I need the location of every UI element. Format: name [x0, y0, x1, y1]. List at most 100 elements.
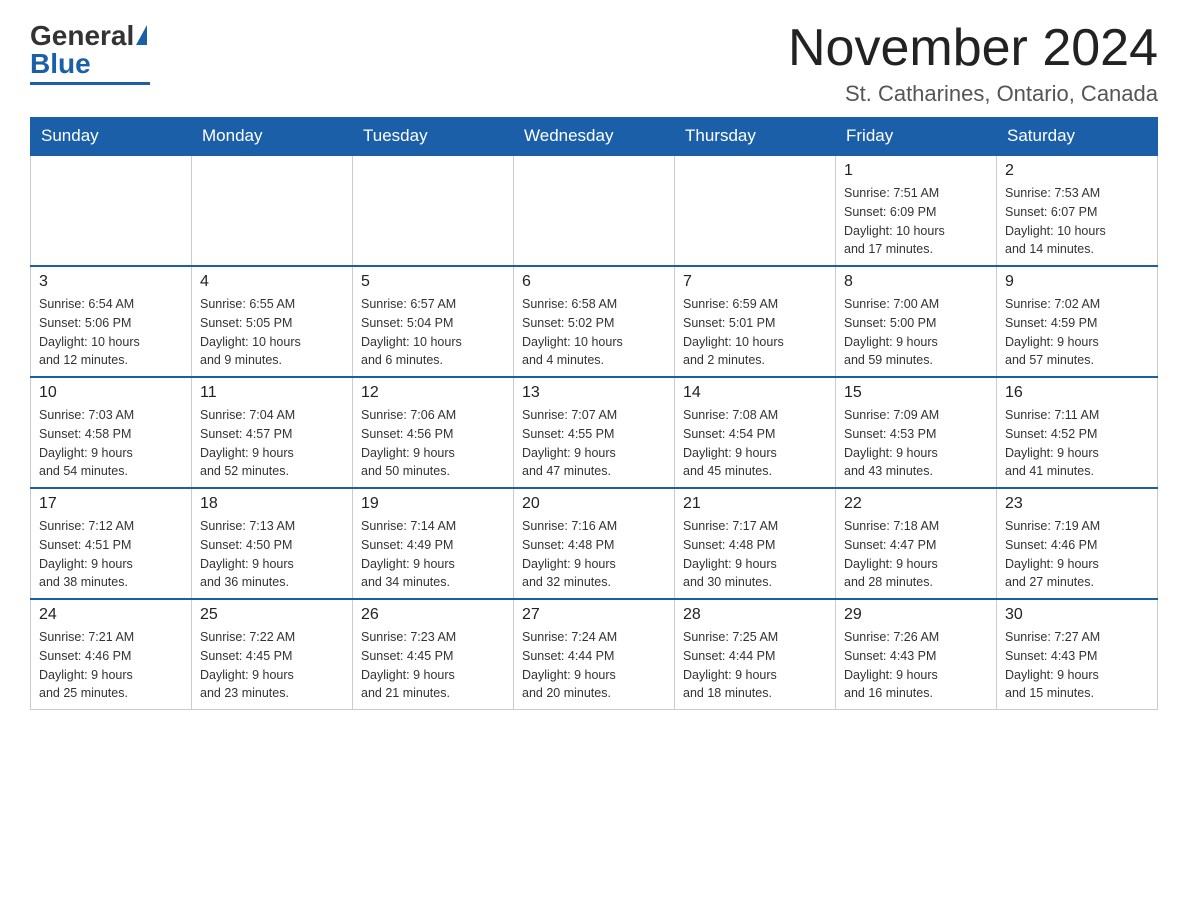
day-number: 12: [361, 384, 505, 402]
calendar-cell: 10Sunrise: 7:03 AMSunset: 4:58 PMDayligh…: [31, 377, 192, 488]
calendar-cell: 2Sunrise: 7:53 AMSunset: 6:07 PMDaylight…: [997, 155, 1158, 266]
day-info: Sunrise: 7:14 AMSunset: 4:49 PMDaylight:…: [361, 517, 505, 592]
day-number: 15: [844, 384, 988, 402]
calendar-cell: [192, 155, 353, 266]
day-info: Sunrise: 7:25 AMSunset: 4:44 PMDaylight:…: [683, 628, 827, 703]
calendar-cell: 7 Sunrise: 6:59 AMSunset: 5:01 PMDaylight…: [675, 266, 836, 377]
day-info: Sunrise: 7:08 AMSunset: 4:54 PMDaylight:…: [683, 406, 827, 481]
calendar-week-2: 3 Sunrise: 6:54 AMSunset: 5:06 PMDaylight…: [31, 266, 1158, 377]
calendar-cell: 27 Sunrise: 7:24 AMSunset: 4:44 PMDayligh…: [514, 599, 675, 710]
calendar-cell: 4Sunrise: 6:55 AMSunset: 5:05 PMDaylight…: [192, 266, 353, 377]
day-number: 18: [200, 495, 344, 513]
calendar-cell: [675, 155, 836, 266]
calendar-cell: 9 Sunrise: 7:02 AMSunset: 4:59 PMDaylight…: [997, 266, 1158, 377]
calendar-cell: 18Sunrise: 7:13 AMSunset: 4:50 PMDayligh…: [192, 488, 353, 599]
calendar-cell: 19 Sunrise: 7:14 AMSunset: 4:49 PMDayligh…: [353, 488, 514, 599]
day-info: Sunrise: 7:26 AMSunset: 4:43 PMDaylight:…: [844, 628, 988, 703]
calendar-header-monday: Monday: [192, 118, 353, 156]
day-number: 1: [844, 162, 988, 180]
day-number: 23: [1005, 495, 1149, 513]
day-info: Sunrise: 7:09 AMSunset: 4:53 PMDaylight:…: [844, 406, 988, 481]
day-number: 5: [361, 273, 505, 291]
day-info: Sunrise: 6:54 AMSunset: 5:06 PMDaylight:…: [39, 295, 183, 370]
calendar-cell: 12 Sunrise: 7:06 AMSunset: 4:56 PMDayligh…: [353, 377, 514, 488]
day-info: Sunrise: 7:23 AMSunset: 4:45 PMDaylight:…: [361, 628, 505, 703]
calendar-cell: 26 Sunrise: 7:23 AMSunset: 4:45 PMDayligh…: [353, 599, 514, 710]
day-number: 17: [39, 495, 183, 513]
day-info: Sunrise: 6:58 AMSunset: 5:02 PMDaylight:…: [522, 295, 666, 370]
logo: General Blue: [30, 20, 150, 85]
day-info: Sunrise: 7:11 AMSunset: 4:52 PMDaylight:…: [1005, 406, 1149, 481]
page-header: General Blue November 2024 St. Catharine…: [30, 20, 1158, 107]
calendar-table: SundayMondayTuesdayWednesdayThursdayFrid…: [30, 117, 1158, 710]
calendar-cell: 5 Sunrise: 6:57 AMSunset: 5:04 PMDaylight…: [353, 266, 514, 377]
day-info: Sunrise: 7:24 AMSunset: 4:44 PMDaylight:…: [522, 628, 666, 703]
day-number: 26: [361, 606, 505, 624]
logo-underline: [30, 82, 150, 85]
day-info: Sunrise: 7:06 AMSunset: 4:56 PMDaylight:…: [361, 406, 505, 481]
calendar-cell: 11 Sunrise: 7:04 AMSunset: 4:57 PMDayligh…: [192, 377, 353, 488]
calendar-cell: 1 Sunrise: 7:51 AMSunset: 6:09 PMDaylight…: [836, 155, 997, 266]
calendar-cell: 13 Sunrise: 7:07 AMSunset: 4:55 PMDayligh…: [514, 377, 675, 488]
location-title: St. Catharines, Ontario, Canada: [788, 81, 1158, 107]
day-number: 3: [39, 273, 183, 291]
calendar-cell: 16 Sunrise: 7:11 AMSunset: 4:52 PMDayligh…: [997, 377, 1158, 488]
calendar-header-friday: Friday: [836, 118, 997, 156]
day-number: 7: [683, 273, 827, 291]
day-number: 9: [1005, 273, 1149, 291]
calendar-cell: 8 Sunrise: 7:00 AMSunset: 5:00 PMDaylight…: [836, 266, 997, 377]
day-number: 30: [1005, 606, 1149, 624]
day-number: 27: [522, 606, 666, 624]
calendar-week-1: 1 Sunrise: 7:51 AMSunset: 6:09 PMDaylight…: [31, 155, 1158, 266]
day-info: Sunrise: 6:57 AMSunset: 5:04 PMDaylight:…: [361, 295, 505, 370]
calendar-header-saturday: Saturday: [997, 118, 1158, 156]
day-info: Sunrise: 7:00 AMSunset: 5:00 PMDaylight:…: [844, 295, 988, 370]
calendar-week-5: 24 Sunrise: 7:21 AMSunset: 4:46 PMDayligh…: [31, 599, 1158, 710]
calendar-cell: 25 Sunrise: 7:22 AMSunset: 4:45 PMDayligh…: [192, 599, 353, 710]
day-info: Sunrise: 6:59 AMSunset: 5:01 PMDaylight:…: [683, 295, 827, 370]
day-info: Sunrise: 7:19 AMSunset: 4:46 PMDaylight:…: [1005, 517, 1149, 592]
day-info: Sunrise: 7:16 AMSunset: 4:48 PMDaylight:…: [522, 517, 666, 592]
day-info: Sunrise: 7:12 AMSunset: 4:51 PMDaylight:…: [39, 517, 183, 592]
day-info: Sunrise: 7:07 AMSunset: 4:55 PMDaylight:…: [522, 406, 666, 481]
day-number: 11: [200, 384, 344, 402]
calendar-header-sunday: Sunday: [31, 118, 192, 156]
calendar-header-wednesday: Wednesday: [514, 118, 675, 156]
day-number: 8: [844, 273, 988, 291]
calendar-cell: 14 Sunrise: 7:08 AMSunset: 4:54 PMDayligh…: [675, 377, 836, 488]
day-number: 10: [39, 384, 183, 402]
day-number: 24: [39, 606, 183, 624]
calendar-cell: 6 Sunrise: 6:58 AMSunset: 5:02 PMDaylight…: [514, 266, 675, 377]
day-number: 20: [522, 495, 666, 513]
day-number: 4: [200, 273, 344, 291]
logo-triangle-icon: [136, 25, 147, 45]
calendar-header-tuesday: Tuesday: [353, 118, 514, 156]
day-info: Sunrise: 7:22 AMSunset: 4:45 PMDaylight:…: [200, 628, 344, 703]
day-number: 14: [683, 384, 827, 402]
day-number: 6: [522, 273, 666, 291]
day-number: 19: [361, 495, 505, 513]
calendar-week-3: 10Sunrise: 7:03 AMSunset: 4:58 PMDayligh…: [31, 377, 1158, 488]
calendar-cell: 24 Sunrise: 7:21 AMSunset: 4:46 PMDayligh…: [31, 599, 192, 710]
day-info: Sunrise: 7:21 AMSunset: 4:46 PMDaylight:…: [39, 628, 183, 703]
calendar-header-row: SundayMondayTuesdayWednesdayThursdayFrid…: [31, 118, 1158, 156]
day-number: 28: [683, 606, 827, 624]
day-info: Sunrise: 7:02 AMSunset: 4:59 PMDaylight:…: [1005, 295, 1149, 370]
logo-blue-text: Blue: [30, 48, 91, 80]
calendar-cell: 3 Sunrise: 6:54 AMSunset: 5:06 PMDaylight…: [31, 266, 192, 377]
day-number: 21: [683, 495, 827, 513]
day-number: 16: [1005, 384, 1149, 402]
day-info: Sunrise: 7:27 AMSunset: 4:43 PMDaylight:…: [1005, 628, 1149, 703]
calendar-cell: [353, 155, 514, 266]
calendar-cell: 22Sunrise: 7:18 AMSunset: 4:47 PMDayligh…: [836, 488, 997, 599]
title-section: November 2024 St. Catharines, Ontario, C…: [788, 20, 1158, 107]
calendar-header-thursday: Thursday: [675, 118, 836, 156]
calendar-cell: 23 Sunrise: 7:19 AMSunset: 4:46 PMDayligh…: [997, 488, 1158, 599]
day-number: 25: [200, 606, 344, 624]
day-info: Sunrise: 7:18 AMSunset: 4:47 PMDaylight:…: [844, 517, 988, 592]
day-info: Sunrise: 7:04 AMSunset: 4:57 PMDaylight:…: [200, 406, 344, 481]
calendar-cell: [514, 155, 675, 266]
month-title: November 2024: [788, 20, 1158, 77]
day-number: 13: [522, 384, 666, 402]
day-info: Sunrise: 7:51 AMSunset: 6:09 PMDaylight:…: [844, 184, 988, 259]
